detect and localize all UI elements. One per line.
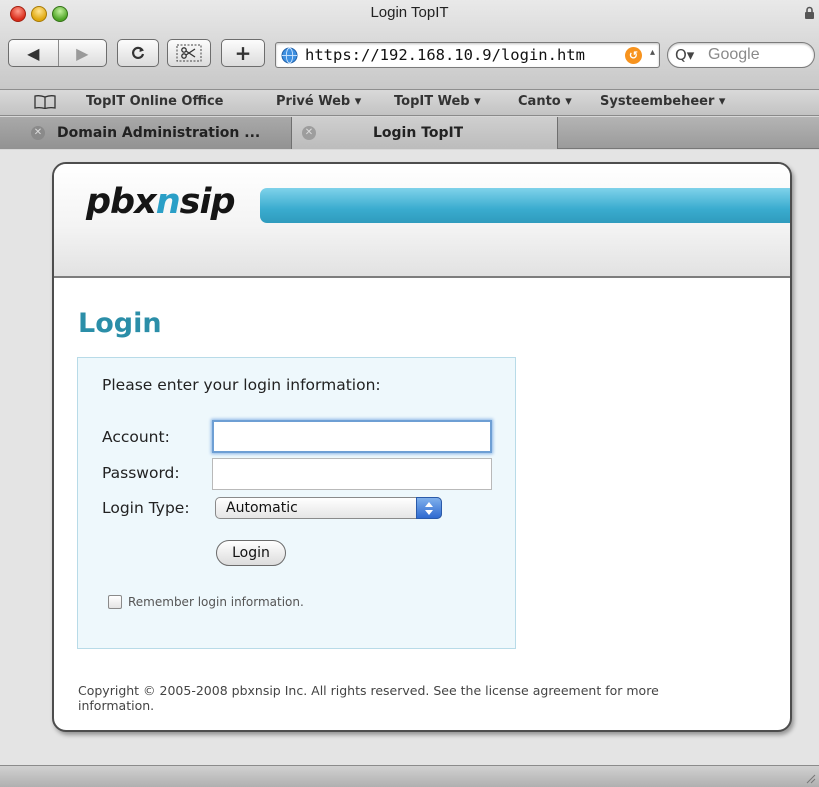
url-dropdown-icon[interactable]: ▴	[650, 47, 655, 58]
snapback-icon[interactable]: ↺	[625, 47, 642, 64]
snip-button[interactable]	[167, 39, 211, 67]
header-stripe	[260, 188, 790, 223]
resize-grip-icon[interactable]	[804, 772, 816, 784]
page-title: Login	[78, 308, 162, 339]
login-button[interactable]: Login	[216, 540, 286, 566]
tab-label: Login TopIT	[373, 125, 464, 141]
search-field[interactable]: Q▾ Google	[667, 42, 815, 68]
tab-bar: ✕ Domain Administration ... ✕ Login TopI…	[0, 117, 819, 149]
account-input[interactable]	[212, 420, 492, 453]
back-forward-group: ◀ ▶	[8, 39, 107, 67]
tab-label: Domain Administration ...	[57, 125, 261, 141]
forward-button[interactable]: ▶	[57, 40, 107, 66]
bookmark-topit-online-office[interactable]: TopIT Online Office	[86, 94, 224, 109]
scissors-icon	[176, 44, 202, 62]
site-header: pbxnsip	[54, 164, 790, 278]
lock-icon	[805, 6, 814, 19]
back-icon: ◀	[27, 43, 40, 63]
bookmark-systeembeheer[interactable]: Systeembeheer ▾	[600, 94, 725, 109]
bookmarks-book-icon[interactable]	[34, 95, 56, 109]
search-placeholder: Google	[708, 46, 760, 63]
copyright-notice: Copyright © 2005-2008 pbxnsip Inc. All r…	[78, 683, 659, 713]
window-title: Login TopIT	[370, 4, 449, 21]
password-label: Password:	[102, 464, 180, 482]
bookmark-prive-web[interactable]: Privé Web ▾	[276, 94, 361, 109]
login-type-label: Login Type:	[102, 499, 190, 517]
address-bar[interactable]: https://192.168.10.9/login.htm ↺ ▴	[275, 42, 660, 68]
close-tab-icon[interactable]: ✕	[302, 126, 316, 140]
remember-label[interactable]: Remember login information.	[128, 595, 304, 609]
search-icon[interactable]: Q▾	[675, 46, 694, 64]
account-label: Account:	[102, 428, 170, 446]
remember-checkbox[interactable]	[108, 595, 122, 609]
bookmarks-bar: TopIT Online Office Privé Web ▾ TopIT We…	[0, 90, 819, 116]
status-bar	[0, 765, 819, 787]
forward-icon: ▶	[76, 43, 89, 63]
bookmark-topit-web[interactable]: TopIT Web ▾	[394, 94, 481, 109]
pbxnsip-logo: pbxnsip	[86, 182, 235, 222]
browser-toolbar: Login TopIT ◀ ▶ + https://192.168.10.9/l…	[0, 0, 819, 90]
select-arrows-icon[interactable]	[416, 497, 442, 519]
password-input[interactable]	[212, 458, 492, 490]
url-text[interactable]: https://192.168.10.9/login.htm	[305, 46, 585, 64]
reload-icon	[132, 46, 145, 59]
reload-button[interactable]	[117, 39, 159, 67]
login-instructions: Please enter your login information:	[102, 376, 381, 394]
back-button[interactable]: ◀	[9, 40, 58, 66]
add-bookmark-button[interactable]: +	[221, 39, 265, 67]
login-form: Please enter your login information: Acc…	[77, 357, 516, 649]
login-type-value: Automatic	[226, 500, 298, 516]
globe-icon	[281, 47, 298, 64]
plus-icon: +	[234, 41, 252, 65]
bookmark-canto[interactable]: Canto ▾	[518, 94, 572, 109]
close-tab-icon[interactable]: ✕	[31, 126, 45, 140]
tab-domain-administration[interactable]: ✕ Domain Administration ...	[0, 117, 292, 149]
tab-login-topit[interactable]: ✕ Login TopIT	[292, 117, 558, 149]
page-viewport: pbxnsip Login Please enter your login in…	[0, 150, 819, 765]
login-type-select[interactable]: Automatic	[215, 497, 442, 519]
login-panel: pbxnsip Login Please enter your login in…	[52, 162, 792, 732]
